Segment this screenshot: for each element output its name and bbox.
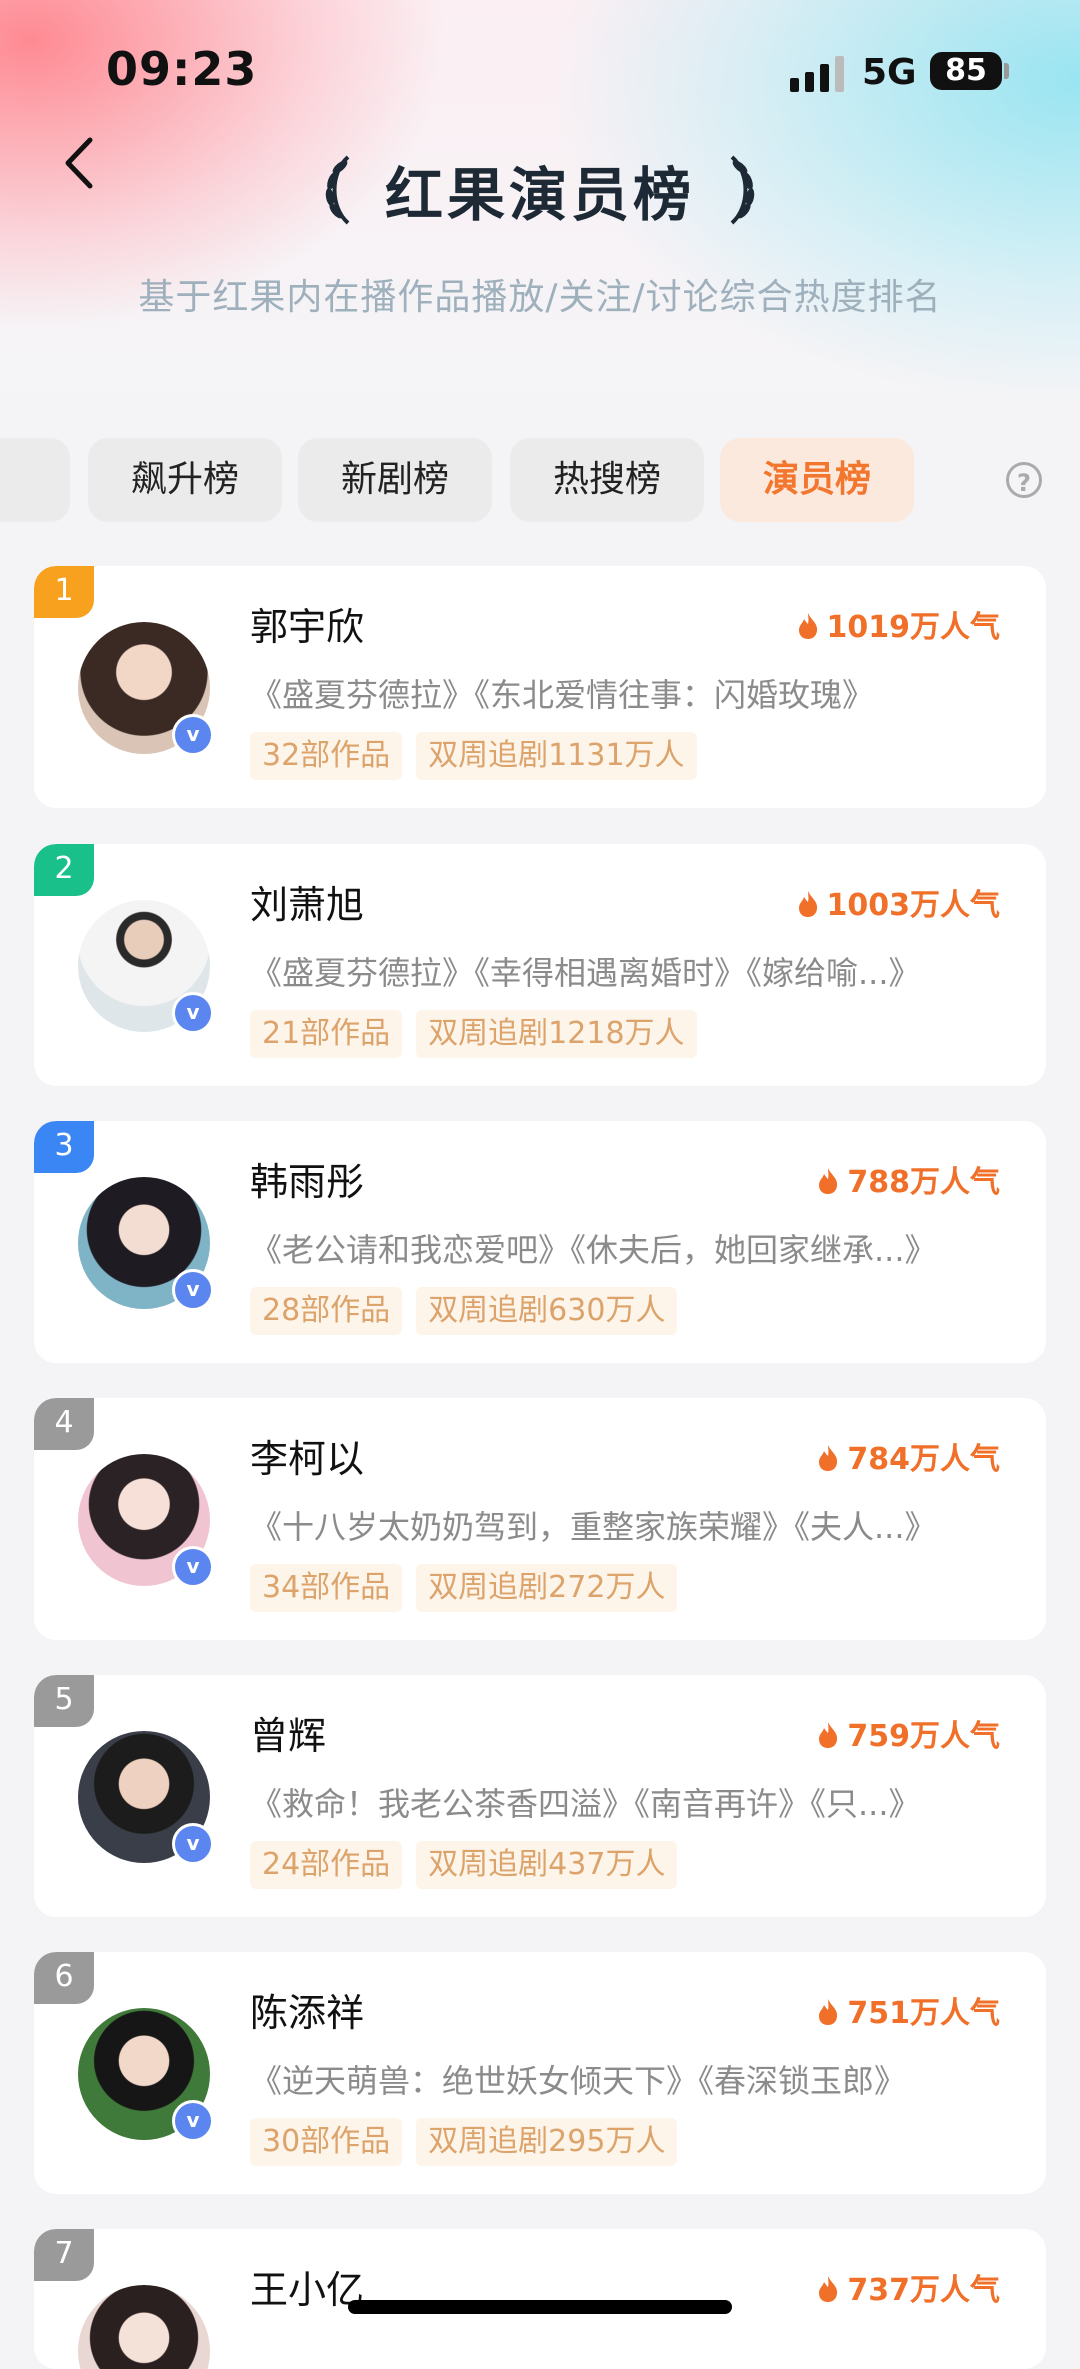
tab-new-drama[interactable]: 新剧榜 bbox=[298, 438, 492, 522]
tab-rising[interactable]: 飙升榜 bbox=[88, 438, 282, 522]
verified-icon: v bbox=[172, 2100, 214, 2142]
popularity: 737万人气 bbox=[817, 2265, 1000, 2309]
works-list: 《盛夏芬德拉》《幸得相遇离婚时》《嫁给喻...》 bbox=[250, 954, 921, 992]
works-list: 《救命！我老公茶香四溢》《南音再许》《只...》 bbox=[250, 1785, 921, 1823]
rank-badge: 4 bbox=[34, 1398, 94, 1450]
popularity-value: 1003万人气 bbox=[826, 888, 1001, 923]
page-title-area: 红果演员榜 bbox=[0, 148, 1080, 238]
followers-tag: 双周追剧295万人 bbox=[416, 2118, 678, 2166]
verified-icon: v bbox=[172, 1823, 214, 1865]
followers-tag: 双周追剧1218万人 bbox=[416, 1010, 697, 1058]
verified-icon: v bbox=[172, 992, 214, 1034]
popularity-value: 737万人气 bbox=[847, 2273, 1000, 2308]
popularity-value: 784万人气 bbox=[847, 1442, 1000, 1477]
popularity-value: 788万人气 bbox=[847, 1165, 1000, 1200]
fire-icon bbox=[798, 891, 817, 917]
tags: 24部作品 双周追剧437万人 bbox=[250, 1841, 691, 1889]
works-count-tag: 34部作品 bbox=[250, 1564, 403, 1612]
actor-card[interactable]: 3 v 韩雨彤 788万人气 《老公请和我恋爱吧》《休夫后，她回家继承...》 … bbox=[34, 1121, 1046, 1363]
popularity: 788万人气 bbox=[817, 1157, 1000, 1201]
actor-card[interactable]: 2 v 刘萧旭 1003万人气 《盛夏芬德拉》《幸得相遇离婚时》《嫁给喻...》… bbox=[34, 844, 1046, 1086]
actor-name: 李柯以 bbox=[250, 1437, 365, 1481]
popularity: 751万人气 bbox=[817, 1988, 1000, 2032]
popularity-value: 1019万人气 bbox=[826, 610, 1001, 645]
rank-badge: 6 bbox=[34, 1952, 94, 2004]
actor-name: 韩雨彤 bbox=[250, 1160, 365, 1204]
laurel-right-icon bbox=[730, 155, 755, 225]
works-list: 《逆天萌兽：绝世妖女倾天下》《春深锁玉郎》 bbox=[250, 2062, 907, 2100]
ranking-tabs: 飙升榜 新剧榜 热搜榜 演员榜 bbox=[0, 438, 1080, 524]
status-bar: 09:23 5G 85 bbox=[0, 0, 1080, 130]
tab-actors[interactable]: 演员榜 bbox=[720, 438, 914, 522]
works-count-tag: 32部作品 bbox=[250, 732, 403, 780]
actor-card[interactable]: 1 v 郭宇欣 1019万人气 《盛夏芬德拉》《东北爱情往事：闪婚玫瑰》 32部… bbox=[34, 566, 1046, 808]
tags: 21部作品 双周追剧1218万人 bbox=[250, 1010, 711, 1058]
works-list: 《十八岁太奶奶驾到，重整家族荣耀》《夫人...》 bbox=[250, 1508, 937, 1546]
tab-partial[interactable] bbox=[0, 438, 70, 522]
tags: 32部作品 双周追剧1131万人 bbox=[250, 732, 711, 780]
works-count-tag: 24部作品 bbox=[250, 1841, 403, 1889]
popularity-value: 751万人气 bbox=[847, 1996, 1000, 2031]
verified-icon: v bbox=[172, 1546, 214, 1588]
help-icon[interactable]: ? bbox=[1006, 462, 1042, 498]
avatar[interactable] bbox=[78, 2285, 210, 2369]
laurel-left-icon bbox=[325, 155, 350, 225]
fire-icon bbox=[819, 1445, 838, 1471]
followers-tag: 双周追剧1131万人 bbox=[416, 732, 697, 780]
popularity: 759万人气 bbox=[817, 1711, 1000, 1755]
works-list: 《盛夏芬德拉》《东北爱情往事：闪婚玫瑰》 bbox=[250, 676, 875, 714]
followers-tag: 双周追剧437万人 bbox=[416, 1841, 678, 1889]
popularity: 1019万人气 bbox=[797, 602, 1001, 646]
fire-icon bbox=[798, 613, 817, 639]
tags: 34部作品 双周追剧272万人 bbox=[250, 1564, 691, 1612]
actor-name: 郭宇欣 bbox=[250, 605, 365, 649]
tags: 30部作品 双周追剧295万人 bbox=[250, 2118, 691, 2166]
tags: 28部作品 双周追剧630万人 bbox=[250, 1287, 691, 1335]
works-count-tag: 30部作品 bbox=[250, 2118, 403, 2166]
actor-card[interactable]: 7 王小亿 737万人气 bbox=[34, 2229, 1046, 2369]
popularity: 1003万人气 bbox=[797, 880, 1001, 924]
battery-icon: 85 bbox=[930, 52, 1002, 90]
rank-badge: 1 bbox=[34, 566, 94, 618]
actor-card[interactable]: 4 v 李柯以 784万人气 《十八岁太奶奶驾到，重整家族荣耀》《夫人...》 … bbox=[34, 1398, 1046, 1640]
actor-name: 陈添祥 bbox=[250, 1991, 365, 2035]
page-subtitle: 基于红果内在播作品播放/关注/讨论综合热度排名 bbox=[138, 277, 942, 318]
battery-tip bbox=[1004, 63, 1009, 79]
network-type: 5G bbox=[862, 52, 917, 93]
signal-icon bbox=[790, 56, 846, 92]
actor-name: 曾辉 bbox=[250, 1714, 327, 1758]
verified-icon: v bbox=[172, 1269, 214, 1311]
rank-badge: 3 bbox=[34, 1121, 94, 1173]
tab-hot-search[interactable]: 热搜榜 bbox=[510, 438, 704, 522]
fire-icon bbox=[819, 1722, 838, 1748]
works-count-tag: 28部作品 bbox=[250, 1287, 403, 1335]
home-indicator[interactable] bbox=[348, 2300, 732, 2314]
page-title: 红果演员榜 bbox=[384, 161, 695, 229]
followers-tag: 双周追剧630万人 bbox=[416, 1287, 678, 1335]
actor-name: 刘萧旭 bbox=[250, 883, 365, 927]
rank-badge: 2 bbox=[34, 844, 94, 896]
works-count-tag: 21部作品 bbox=[250, 1010, 403, 1058]
popularity: 784万人气 bbox=[817, 1434, 1000, 1478]
actor-card[interactable]: 6 v 陈添祥 751万人气 《逆天萌兽：绝世妖女倾天下》《春深锁玉郎》 30部… bbox=[34, 1952, 1046, 2194]
fire-icon bbox=[819, 1168, 838, 1194]
popularity-value: 759万人气 bbox=[847, 1719, 1000, 1754]
rank-badge: 5 bbox=[34, 1675, 94, 1727]
verified-icon: v bbox=[172, 714, 214, 756]
actor-name: 王小亿 bbox=[250, 2268, 365, 2312]
fire-icon bbox=[819, 2276, 838, 2302]
rank-badge: 7 bbox=[34, 2229, 94, 2281]
followers-tag: 双周追剧272万人 bbox=[416, 1564, 678, 1612]
status-time: 09:23 bbox=[106, 42, 258, 96]
actor-card[interactable]: 5 v 曾辉 759万人气 《救命！我老公茶香四溢》《南音再许》《只...》 2… bbox=[34, 1675, 1046, 1917]
works-list: 《老公请和我恋爱吧》《休夫后，她回家继承...》 bbox=[250, 1231, 937, 1269]
fire-icon bbox=[819, 1999, 838, 2025]
